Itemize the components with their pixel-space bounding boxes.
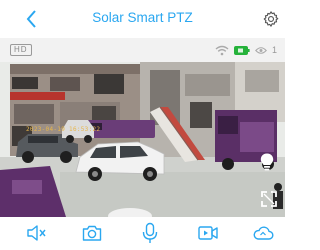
timestamp-overlay: 2023-04-19 16:53:22 bbox=[26, 126, 101, 133]
page-title: Solar Smart PTZ bbox=[92, 10, 193, 25]
app-header: Solar Smart PTZ bbox=[0, 0, 285, 38]
fullscreen-icon[interactable] bbox=[260, 190, 278, 208]
live-video-view[interactable]: 2023-04-19 16:53:22 bbox=[0, 62, 285, 217]
wifi-icon bbox=[215, 45, 229, 55]
battery-icon bbox=[233, 45, 250, 55]
hd-quality-badge[interactable]: HD bbox=[10, 44, 32, 56]
speaker-mute-icon[interactable] bbox=[25, 222, 47, 244]
eye-icon bbox=[255, 46, 267, 54]
camera-icon[interactable] bbox=[81, 222, 103, 244]
microphone-icon[interactable] bbox=[139, 222, 161, 244]
camera-scene-image bbox=[0, 62, 285, 217]
viewer-count: 1 bbox=[271, 45, 277, 55]
stream-status-bar: HD 1 bbox=[0, 38, 285, 62]
control-toolbar bbox=[0, 217, 285, 250]
cloud-icon[interactable] bbox=[252, 222, 274, 244]
lightbulb-icon[interactable] bbox=[258, 152, 276, 172]
status-icons: 1 bbox=[215, 43, 277, 57]
gear-icon[interactable] bbox=[262, 10, 280, 28]
video-record-icon[interactable] bbox=[197, 222, 219, 244]
